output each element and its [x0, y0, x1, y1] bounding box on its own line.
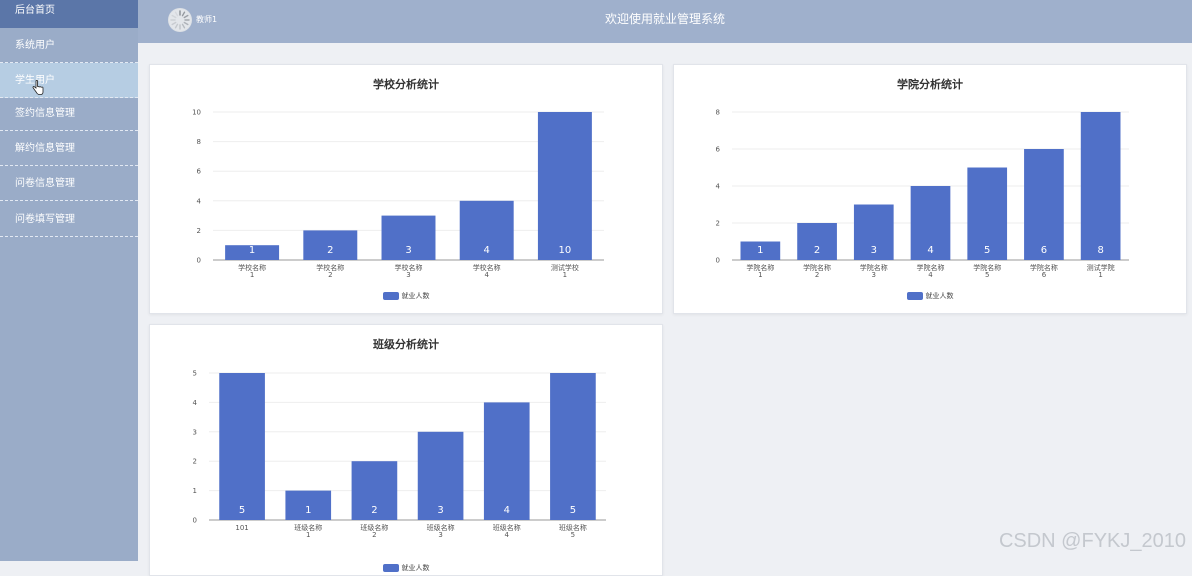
bar-value-label: 2: [327, 245, 333, 256]
y-tick-label: 4: [716, 183, 721, 191]
chart-legend[interactable]: 就业人数: [150, 291, 662, 301]
menu-item-cancel-info[interactable]: 解约信息管理: [0, 131, 138, 166]
y-tick-label: 6: [716, 146, 721, 154]
bar-value-label: 5: [984, 245, 990, 256]
legend-swatch: [906, 292, 923, 300]
x-tick-label: 学院名称 3: [860, 263, 888, 279]
y-tick-label: 5: [193, 370, 197, 378]
bar-value-label: 3: [437, 505, 443, 516]
bar-value-label: 1: [249, 245, 255, 256]
bar-value-label: 2: [814, 245, 820, 256]
bar-value-label: 8: [1097, 245, 1103, 256]
menu-item-student-users[interactable]: 学生用户: [0, 63, 138, 98]
bar-value-label: 1: [305, 505, 311, 516]
bar: [483, 402, 530, 520]
x-tick-label: 班级名称 1: [294, 523, 322, 539]
legend-swatch: [382, 292, 399, 300]
y-tick-label: 3: [193, 428, 197, 436]
x-tick-label: 学校名称 3: [395, 263, 423, 279]
college-bar-chart: 0 2 4 6 8 1 学院名称 1 2 学院名称 2 3 学院名称 3 4 学院名称 4 5 学院名称 5 6 学院名称…: [716, 109, 1129, 279]
x-tick-label: 学校名称 2: [316, 263, 344, 279]
y-tick-label: 2: [193, 458, 197, 466]
bar: [219, 373, 265, 520]
x-tick-label: 班级名称 4: [493, 523, 521, 539]
chart-legend[interactable]: 就业人数: [674, 291, 1186, 301]
x-tick-label: 学院名称 4: [917, 263, 945, 279]
bar-value-label: 4: [504, 505, 510, 516]
school-chart-card: 学校分析统计 0 2 4 6 8 10 1 学校名称 1 2 学校名称 2 3 学校名称 3 4 学校名称 4 10…: [149, 64, 663, 314]
x-tick-label: 学院名称 5: [973, 263, 1001, 279]
x-tick-label: 学校名称 1: [238, 263, 266, 279]
legend-swatch: [382, 564, 399, 572]
y-tick-label: 8: [197, 138, 201, 146]
sidebar: 后台首页 系统用户 学生用户 签约信息管理 解约信息管理 问卷信息管理 问卷填写…: [0, 0, 138, 561]
watermark: CSDN @FYKJ_2010: [998, 530, 1186, 552]
y-tick-label: 4: [193, 399, 198, 407]
bar-value-label: 4: [927, 245, 933, 256]
bar-value-label: 4: [484, 245, 490, 256]
bar-value-label: 10: [559, 245, 572, 256]
menu-item-sign-info[interactable]: 签约信息管理: [0, 96, 138, 131]
page-title: 欢迎使用就业管理系统: [604, 12, 725, 26]
x-tick-label: 班级名称 2: [360, 523, 388, 539]
top-header: 教师1 欢迎使用就业管理系统: [138, 0, 1192, 43]
menu-item-survey-fill[interactable]: 问卷填写管理: [0, 202, 138, 237]
bar: [550, 373, 596, 520]
bar-value-label: 5: [570, 505, 576, 516]
x-tick-label: 学院名称 1: [746, 263, 774, 279]
y-tick-label: 4: [197, 197, 202, 205]
y-tick-label: 10: [192, 109, 201, 117]
class-bar-chart: 0 1 2 3 4 5 5 101 1 班级名称 1 2 班级名称 2 3 班级名称 3 4 班级名称 4 5 班级名称 5: [193, 370, 606, 539]
bar-value-label: 3: [405, 245, 411, 256]
bar-value-label: 3: [871, 245, 877, 256]
x-tick-label: 101: [235, 524, 248, 532]
bar-value-label: 5: [239, 505, 245, 516]
class-chart-card: 班级分析统计 0 1 2 3 4 5 5 101 1 班级名称 1 2 班级名称 2 3 班级名称 3 4 班级名称…: [149, 324, 663, 576]
menu-item-system-users[interactable]: 系统用户: [0, 28, 138, 63]
chart-legend[interactable]: 就业人数: [150, 563, 662, 573]
y-tick-label: 8: [716, 109, 720, 117]
x-tick-label: 学院名称 6: [1030, 263, 1058, 279]
x-tick-label: 班级名称 3: [427, 523, 455, 539]
bar-value-label: 6: [1041, 245, 1047, 256]
y-tick-label: 2: [197, 227, 201, 235]
y-tick-label: 6: [197, 168, 202, 176]
y-tick-label: 0: [197, 257, 201, 265]
school-bar-chart: 0 2 4 6 8 10 1 学校名称 1 2 学校名称 2 3 学校名称 3 4 学校名称 4 10 测试学校 1: [192, 109, 604, 279]
menu-item-home[interactable]: 后台首页: [0, 0, 138, 28]
y-tick-label: 1: [193, 487, 197, 495]
bar: [1080, 112, 1121, 260]
x-tick-label: 班级名称 5: [559, 523, 587, 539]
y-tick-label: 0: [193, 517, 197, 525]
college-chart-card: 学院分析统计 0 2 4 6 8 1 学院名称 1 2 学院名称 2 3 学院名称 3 4 学院名称 4 5 学院名…: [673, 64, 1187, 314]
x-tick-label: 学院名称 2: [803, 263, 831, 279]
legend-label: 就业人数: [925, 292, 954, 300]
y-tick-label: 0: [716, 257, 720, 265]
legend-label: 就业人数: [401, 292, 430, 300]
x-tick-label: 测试学校 1: [551, 263, 579, 279]
bar: [537, 112, 592, 260]
menu-item-survey-info[interactable]: 问卷信息管理: [0, 166, 138, 201]
bar: [1024, 149, 1064, 260]
legend-label: 就业人数: [401, 564, 430, 572]
bar-value-label: 1: [757, 245, 763, 256]
y-tick-label: 2: [716, 220, 720, 228]
x-tick-label: 学校名称 4: [473, 263, 501, 279]
x-tick-label: 测试学院 1: [1087, 263, 1115, 279]
bar-value-label: 2: [371, 505, 377, 516]
